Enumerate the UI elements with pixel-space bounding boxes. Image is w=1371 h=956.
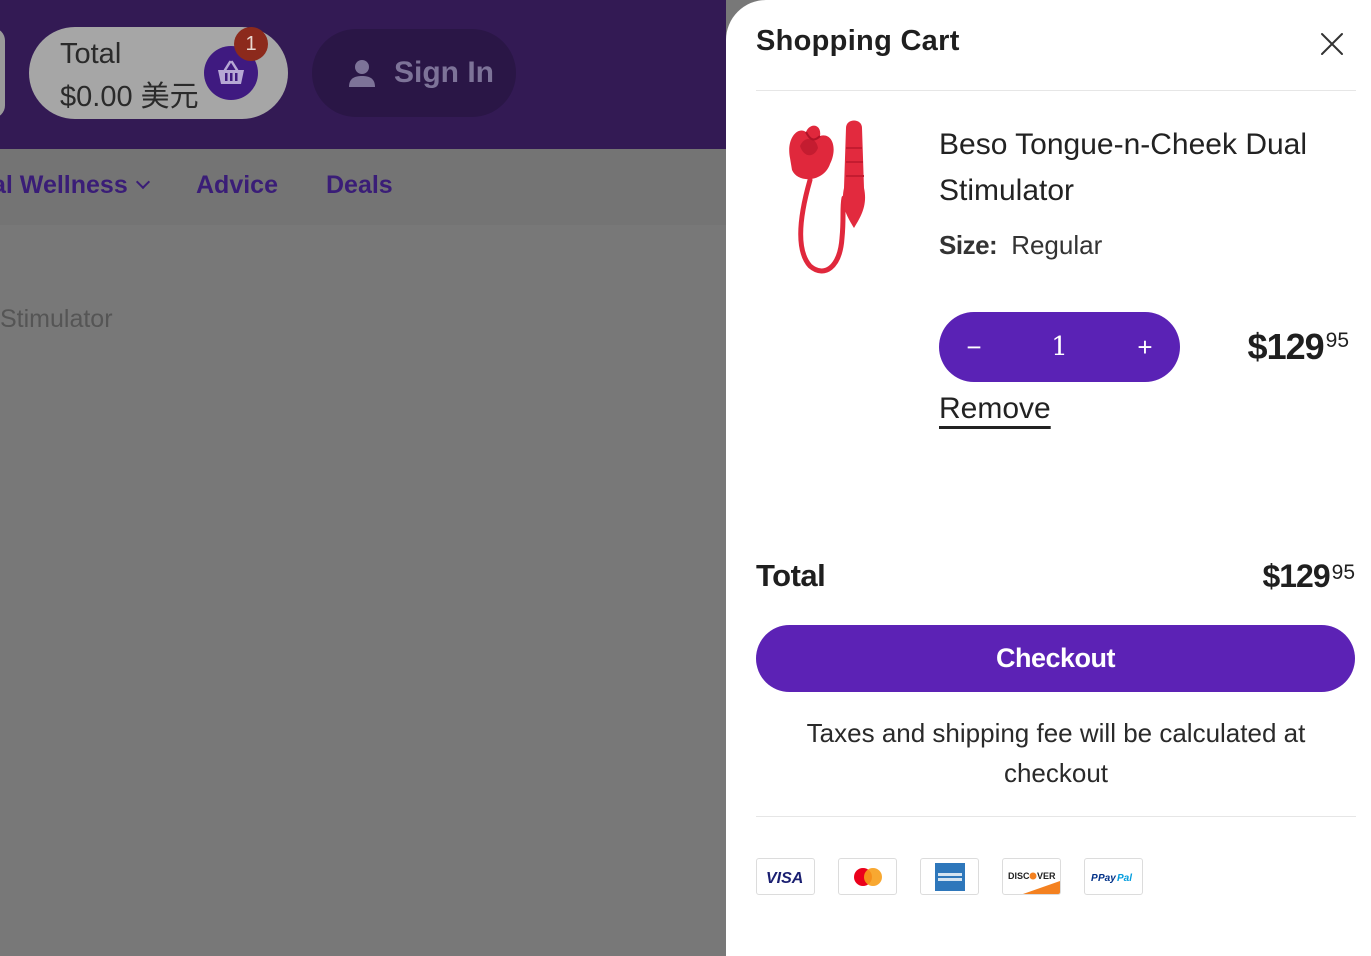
discover-icon: DISC VER	[1002, 858, 1061, 895]
drawer-title: Shopping Cart	[756, 25, 960, 57]
nav-item-label: al Wellness	[0, 171, 128, 199]
item-price: $12995	[1248, 326, 1349, 368]
product-name[interactable]: Beso Tongue-n-Cheek Dual Stimulator	[939, 122, 1339, 214]
sign-in-button[interactable]: Sign In	[312, 29, 516, 117]
background-page-title: Stimulator	[0, 305, 113, 333]
item-price-dollars: $129	[1247, 326, 1325, 367]
sign-in-label: Sign In	[394, 56, 494, 89]
header-left-control[interactable]	[0, 28, 5, 118]
tax-shipping-note: Taxes and shipping fee will be calculate…	[806, 718, 1306, 788]
size-label: Size:	[939, 230, 998, 260]
quantity-value[interactable]: 1	[1051, 332, 1068, 362]
divider	[756, 90, 1356, 91]
remove-item-link[interactable]: Remove	[939, 392, 1051, 426]
american-express-icon	[920, 858, 979, 895]
paypal-icon: P Pay Pal	[1084, 858, 1143, 895]
site-header: Total $0.00 美元 1 Sign In	[0, 0, 726, 149]
payment-methods: VISA DISC VER P Pay Pal	[756, 858, 1166, 895]
item-price-cents: 95	[1325, 329, 1349, 352]
cart-count-badge: 1	[234, 27, 268, 61]
cart-total-pill[interactable]: Total $0.00 美元 1	[29, 27, 288, 119]
nav-item-deals[interactable]: Deals	[326, 171, 393, 200]
increase-quantity-button[interactable]: +	[1110, 312, 1180, 382]
total-price-cents: 95	[1331, 561, 1355, 584]
mastercard-icon	[838, 858, 897, 895]
chevron-down-icon	[135, 174, 150, 190]
svg-text:Pay: Pay	[1098, 873, 1116, 884]
nav-item-advice[interactable]: Advice	[196, 171, 278, 200]
svg-text:DISC: DISC	[1008, 871, 1030, 881]
total-label: Total	[756, 558, 826, 593]
svg-text:Pal: Pal	[1117, 873, 1132, 884]
total-price-dollars: $129	[1262, 558, 1330, 594]
close-icon[interactable]	[1316, 28, 1348, 60]
size-value: Regular	[1011, 230, 1103, 260]
divider	[756, 816, 1356, 817]
svg-text:VER: VER	[1037, 871, 1056, 881]
nav-item-wellness[interactable]: al Wellness	[0, 171, 150, 200]
quantity-stepper: − 1 +	[939, 312, 1180, 382]
svg-text:VISA: VISA	[766, 870, 803, 885]
cart-total-label: Total	[60, 38, 122, 70]
product-image[interactable]	[776, 118, 896, 278]
decrease-quantity-button[interactable]: −	[939, 312, 1009, 382]
size-row: Size: Regular	[939, 230, 1102, 261]
svg-text:P: P	[1091, 873, 1098, 884]
visa-icon: VISA	[756, 858, 815, 895]
cart-drawer: Shopping Cart Beso Tongue-n-Cheek Dual S…	[726, 0, 1371, 956]
user-icon	[349, 60, 375, 87]
cart-total-value: $0.00 美元	[60, 81, 199, 113]
checkout-button[interactable]: Checkout	[756, 625, 1355, 692]
total-price: $12995	[1262, 558, 1355, 595]
